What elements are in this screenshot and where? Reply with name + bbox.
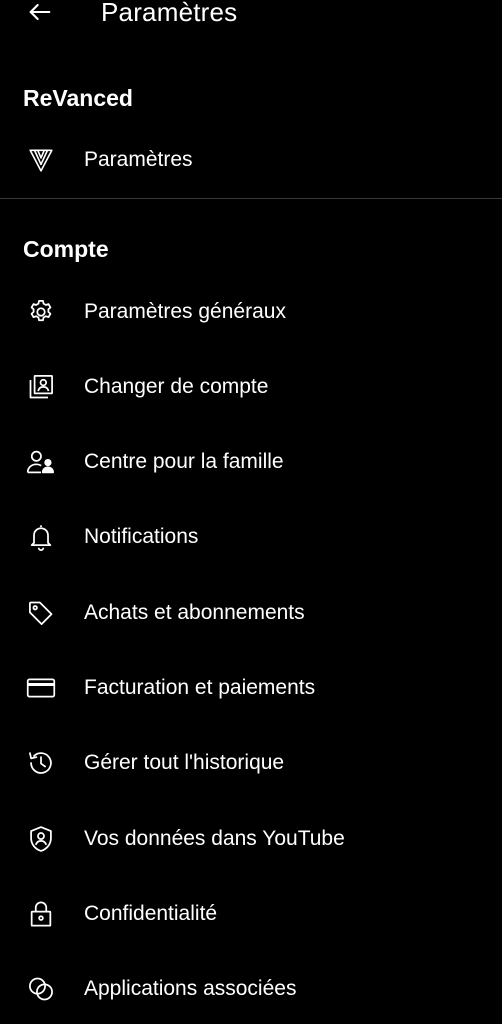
linked-apps-icon [26, 974, 56, 1004]
page-title: Paramètres [101, 0, 238, 27]
settings-item-label: Achats et abonnements [84, 601, 305, 624]
gear-icon [26, 297, 56, 327]
revanced-logo-icon [26, 145, 56, 175]
section-divider [0, 198, 502, 199]
bell-icon [26, 522, 56, 552]
settings-item-privacy[interactable]: Confidentialité [0, 884, 502, 944]
section-header-revanced: ReVanced [23, 85, 133, 111]
settings-item-label: Gérer tout l'historique [84, 751, 285, 774]
settings-item-label: Confidentialité [84, 902, 218, 925]
tag-icon [26, 598, 56, 628]
section-header-compte: Compte [23, 236, 109, 262]
lock-icon [26, 899, 56, 929]
settings-item-switch-account[interactable]: Changer de compte [0, 357, 502, 417]
settings-item-notifications[interactable]: Notifications [0, 507, 502, 567]
settings-item-connected-apps[interactable]: Applications associées [0, 959, 502, 1019]
history-icon [26, 748, 56, 778]
settings-item-label: Facturation et paiements [84, 676, 316, 699]
family-icon [26, 447, 56, 477]
shield-person-icon [26, 824, 56, 854]
settings-item-revanced-parametres[interactable]: Paramètres [0, 130, 502, 190]
back-button[interactable] [22, 0, 58, 30]
top-app-bar: Paramètres [0, 0, 502, 30]
credit-card-icon [26, 673, 56, 703]
settings-item-label: Applications associées [84, 977, 297, 1000]
settings-item-family-center[interactable]: Centre pour la famille [0, 432, 502, 492]
arrow-left-icon [26, 0, 54, 26]
settings-item-general[interactable]: Paramètres généraux [0, 282, 502, 342]
settings-item-label: Changer de compte [84, 375, 269, 398]
settings-item-label: Vos données dans YouTube [84, 827, 345, 850]
settings-item-your-data[interactable]: Vos données dans YouTube [0, 809, 502, 869]
settings-item-label: Centre pour la famille [84, 450, 284, 473]
settings-item-purchases[interactable]: Achats et abonnements [0, 583, 502, 643]
switch-account-icon [26, 372, 56, 402]
settings-item-label: Paramètres généraux [84, 300, 286, 323]
settings-item-label: Paramètres [84, 148, 193, 171]
settings-item-billing[interactable]: Facturation et paiements [0, 658, 502, 718]
settings-item-history[interactable]: Gérer tout l'historique [0, 733, 502, 793]
settings-item-label: Notifications [84, 525, 199, 548]
